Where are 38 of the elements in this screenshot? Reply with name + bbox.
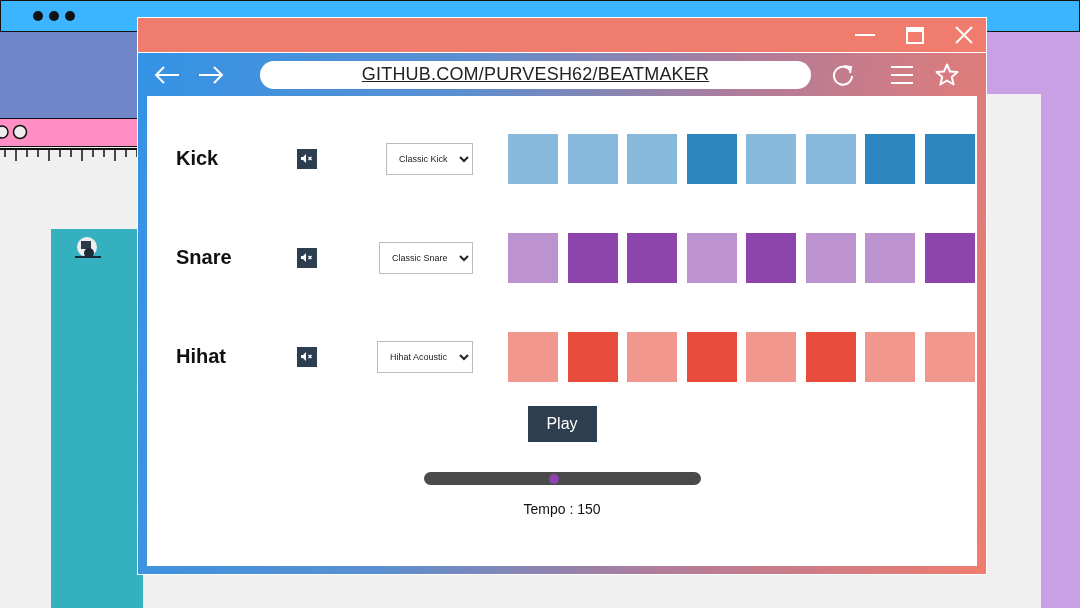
minimize-icon[interactable] xyxy=(855,33,875,37)
circles-icon xyxy=(0,124,30,140)
beat-pad[interactable] xyxy=(686,232,737,283)
mute-button[interactable] xyxy=(297,247,317,268)
beat-pad[interactable] xyxy=(924,133,975,184)
beat-pad[interactable] xyxy=(567,232,618,283)
track-name: Snare xyxy=(176,246,233,269)
beat-pad[interactable] xyxy=(686,331,737,382)
menu-icon[interactable] xyxy=(891,64,913,85)
maximize-icon[interactable] xyxy=(906,26,924,44)
track-name: Kick xyxy=(176,147,220,170)
mute-button[interactable] xyxy=(297,148,317,169)
reload-icon[interactable] xyxy=(832,63,854,86)
beat-pad[interactable] xyxy=(805,232,856,283)
forward-arrow-icon[interactable] xyxy=(198,65,224,84)
beat-pad[interactable] xyxy=(924,232,975,283)
tempo-slider-track[interactable] xyxy=(423,472,701,485)
back-arrow-icon[interactable] xyxy=(154,65,180,84)
address-bar[interactable]: GITHUB.COM/PURVESH62/BEATMAKER xyxy=(260,60,811,89)
muted-speaker-icon xyxy=(301,352,313,361)
url-link[interactable]: GITHUB.COM/PURVESH62/BEATMAKER xyxy=(361,64,710,85)
close-icon[interactable] xyxy=(955,26,973,44)
star-icon[interactable] xyxy=(935,63,959,86)
window-dots-icon xyxy=(33,11,75,21)
track-name: Hihat xyxy=(176,345,227,368)
play-button[interactable]: Play xyxy=(527,406,597,442)
muted-speaker-icon xyxy=(301,154,313,163)
mute-button[interactable] xyxy=(297,346,317,367)
sound-dropdown[interactable]: Hihat Acoustic xyxy=(377,340,473,373)
beat-pad[interactable] xyxy=(567,331,618,382)
beat-pad[interactable] xyxy=(805,331,856,382)
muted-speaker-icon xyxy=(301,253,313,262)
illustration-drawing xyxy=(73,236,103,260)
sound-dropdown[interactable]: Classic Kick xyxy=(386,142,473,175)
beat-pad[interactable] xyxy=(686,133,737,184)
sound-dropdown[interactable]: Classic Snare xyxy=(379,241,473,274)
tempo-slider-thumb[interactable] xyxy=(548,473,559,484)
tempo-label: Tempo : 150 xyxy=(523,501,601,517)
